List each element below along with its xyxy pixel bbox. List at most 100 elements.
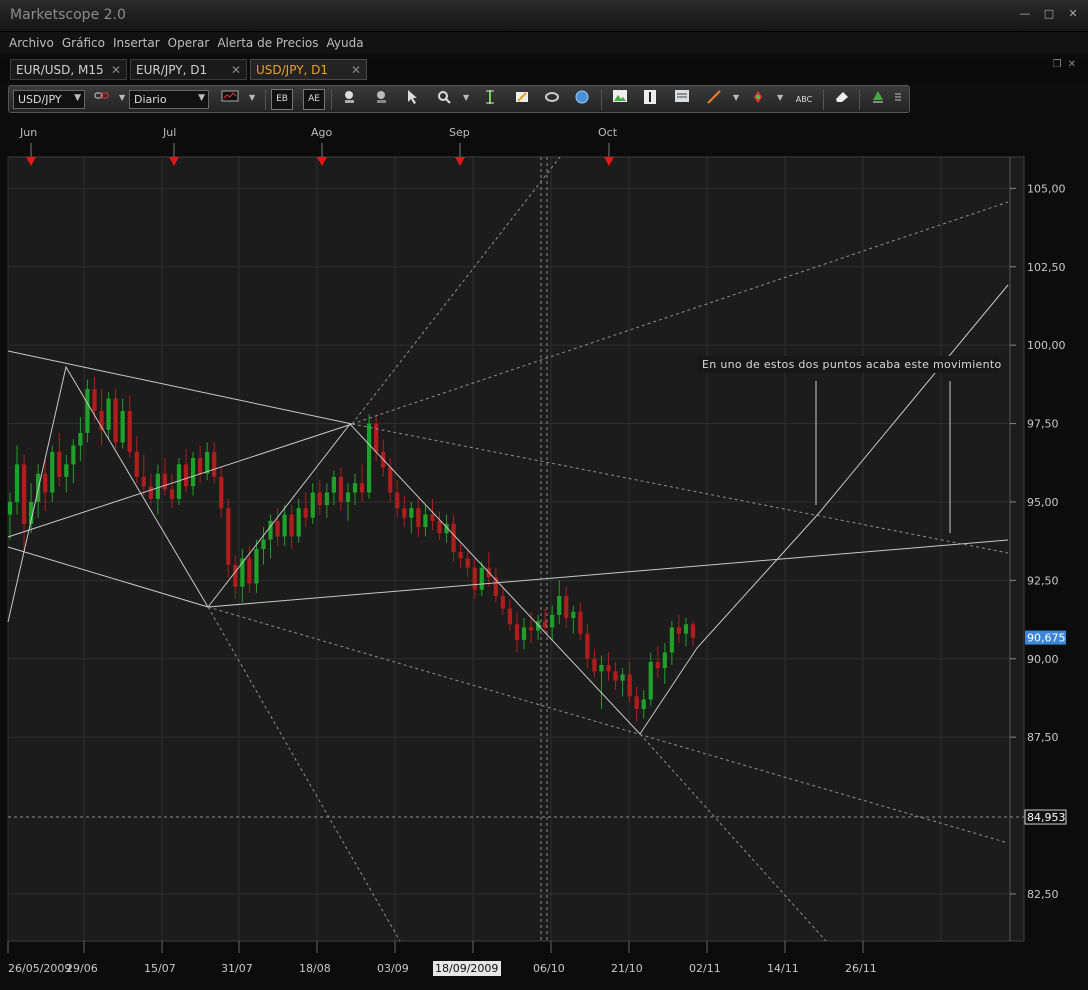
candle-body bbox=[641, 699, 646, 709]
date-tick-label: 29/06 bbox=[66, 962, 98, 975]
price-chart[interactable]: Jun Jul Ago Sep Oct En uno de estos dos punt… bbox=[0, 115, 1088, 990]
candle-body bbox=[690, 624, 696, 638]
bid-icon[interactable]: EB bbox=[271, 89, 293, 110]
candle-body bbox=[366, 423, 372, 493]
date-tick-label: 02/11 bbox=[689, 962, 721, 975]
price-tick-label: 82,50 bbox=[1027, 888, 1059, 901]
candle-body bbox=[557, 596, 562, 615]
zoom-out-icon[interactable] bbox=[371, 89, 393, 110]
minimize-icon[interactable]: — bbox=[1018, 6, 1032, 22]
crosshair-icon[interactable] bbox=[433, 89, 455, 110]
properties-icon[interactable] bbox=[511, 89, 533, 110]
candle-body bbox=[169, 489, 175, 499]
app-title: Marketscope 2.0 bbox=[10, 7, 126, 23]
candle-body bbox=[198, 458, 203, 474]
month-label: Oct bbox=[598, 126, 618, 139]
candle-body bbox=[416, 508, 421, 528]
toolbar-separator bbox=[601, 90, 602, 110]
instrument-select[interactable]: USD/JPY ▼ bbox=[13, 90, 85, 109]
candle-body bbox=[254, 549, 259, 584]
candle-body bbox=[331, 476, 337, 493]
candle-body bbox=[669, 627, 674, 653]
chevron-down-icon[interactable]: ▼ bbox=[119, 93, 125, 102]
close-icon[interactable]: ✕ bbox=[1068, 59, 1082, 70]
candle-body bbox=[78, 432, 83, 446]
toolbar-separator bbox=[331, 90, 332, 110]
candle-body bbox=[430, 514, 435, 521]
tab-eurjpy-d1[interactable]: EUR/JPY, D1 ✕ bbox=[130, 59, 247, 80]
price-tick-label: 102,50 bbox=[1027, 261, 1066, 274]
candle-body bbox=[310, 492, 315, 518]
candle-body bbox=[599, 665, 604, 672]
candle-body bbox=[465, 558, 470, 568]
price-tick-label: 105,00 bbox=[1027, 182, 1066, 195]
data-window-icon[interactable] bbox=[671, 89, 693, 110]
marker-icon[interactable] bbox=[747, 89, 769, 110]
menu-icon[interactable] bbox=[891, 89, 905, 110]
text-tool-icon[interactable]: ABC bbox=[793, 89, 815, 110]
marked-price-label: 84,953 bbox=[1027, 811, 1066, 824]
pen-icon[interactable] bbox=[703, 89, 725, 110]
window-controls: — □ ✕ bbox=[1018, 6, 1080, 22]
candle-body bbox=[43, 473, 48, 493]
candle-body bbox=[437, 520, 442, 534]
price-tick-label: 87,50 bbox=[1027, 731, 1059, 744]
date-tick-label: 18/08 bbox=[299, 962, 331, 975]
candle-body bbox=[423, 514, 428, 528]
menu-archivo[interactable]: Archivo bbox=[9, 36, 54, 50]
globe-icon[interactable] bbox=[571, 89, 593, 110]
candle-body bbox=[113, 398, 118, 443]
candle-body bbox=[57, 451, 62, 477]
candle-body bbox=[662, 652, 667, 669]
chevron-down-icon[interactable]: ▼ bbox=[733, 93, 739, 102]
candle-body bbox=[14, 464, 20, 502]
candle-body bbox=[676, 627, 682, 634]
tab-close-icon[interactable]: ✕ bbox=[351, 63, 361, 77]
tab-close-icon[interactable]: ✕ bbox=[111, 63, 121, 77]
zoom-in-icon[interactable] bbox=[339, 89, 361, 110]
text-cursor-icon[interactable] bbox=[639, 89, 661, 110]
price-tick-label: 90,00 bbox=[1027, 653, 1059, 666]
tab-close-icon[interactable]: ✕ bbox=[231, 63, 241, 77]
candle-body bbox=[345, 492, 351, 502]
candle-body bbox=[472, 567, 477, 590]
menu-bar: Archivo Gráfico Insertar Operar Alerta d… bbox=[0, 32, 1088, 54]
menu-operar[interactable]: Operar bbox=[168, 36, 210, 50]
tab-usdjpy-d1[interactable]: USD/JPY, D1 ✕ bbox=[250, 59, 367, 80]
tree-icon[interactable] bbox=[867, 89, 889, 110]
picture-icon[interactable] bbox=[609, 89, 631, 110]
eraser-icon[interactable] bbox=[831, 89, 853, 110]
candle-body bbox=[627, 674, 632, 697]
ask-icon[interactable]: AE bbox=[303, 89, 325, 110]
pointer-icon[interactable] bbox=[401, 89, 423, 110]
menu-grafico[interactable]: Gráfico bbox=[62, 36, 105, 50]
candle-body bbox=[514, 624, 520, 640]
tab-eurusd-m15[interactable]: EUR/USD, M15 ✕ bbox=[10, 59, 127, 80]
date-tick-label: 21/10 bbox=[611, 962, 643, 975]
refresh-icon[interactable] bbox=[541, 89, 563, 110]
date-tick-label: 14/11 bbox=[767, 962, 799, 975]
candle-body bbox=[458, 552, 463, 559]
link-icon[interactable] bbox=[91, 89, 113, 110]
candle-body bbox=[261, 539, 266, 549]
candle-body bbox=[564, 596, 569, 618]
menu-alerta-de-precios[interactable]: Alerta de Precios bbox=[217, 36, 318, 50]
current-price-label: 90,675 bbox=[1027, 632, 1066, 645]
price-tick-label: 100,00 bbox=[1027, 339, 1066, 352]
restore-icon[interactable]: ❐ bbox=[1053, 59, 1068, 70]
cursor-value-icon[interactable] bbox=[479, 89, 501, 110]
chevron-down-icon[interactable]: ▼ bbox=[463, 93, 469, 102]
candle-body bbox=[64, 464, 69, 477]
candles-icon[interactable] bbox=[219, 89, 241, 110]
close-icon[interactable]: ✕ bbox=[1066, 6, 1080, 22]
maximize-icon[interactable]: □ bbox=[1042, 6, 1056, 22]
timeframe-select[interactable]: Diario ▼ bbox=[129, 90, 209, 109]
chevron-down-icon[interactable]: ▼ bbox=[777, 93, 783, 102]
menu-insertar[interactable]: Insertar bbox=[113, 36, 160, 50]
menu-ayuda[interactable]: Ayuda bbox=[327, 36, 364, 50]
chevron-down-icon[interactable]: ▼ bbox=[249, 93, 255, 102]
candle-body bbox=[388, 467, 393, 493]
candle-body bbox=[606, 665, 611, 672]
candle-body bbox=[106, 398, 111, 430]
candle-body bbox=[507, 608, 513, 625]
